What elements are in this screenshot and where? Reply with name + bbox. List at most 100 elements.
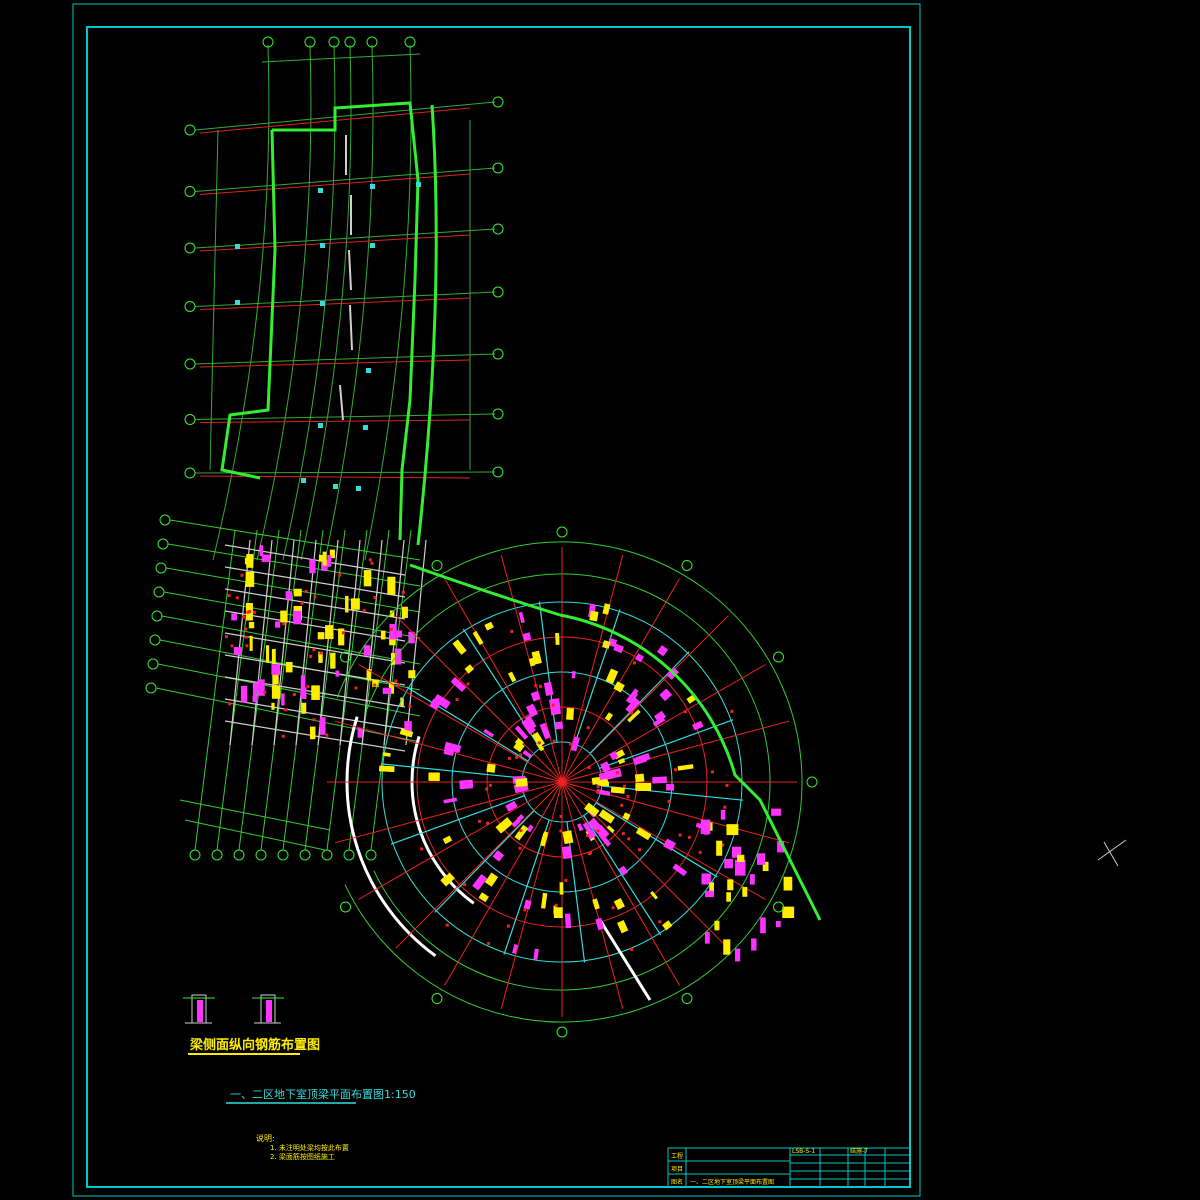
mid-beam-row [224,698,406,730]
axis-bubble [431,993,443,1005]
column-marker [615,771,619,775]
north-wing-plan [184,36,504,561]
beam-tag [495,817,513,834]
column-marker [478,819,482,823]
radial-grid-line [334,781,563,844]
axis-bubble [277,849,289,861]
column-marker [730,709,734,713]
beam-tag [338,628,345,646]
column-marker [554,903,558,907]
column-marker [408,704,412,708]
column-marker [318,423,323,428]
column-marker [244,635,248,639]
radial-grid-line [395,781,563,949]
column-marker [306,685,310,689]
beam-tag [317,632,325,640]
beam-tag [700,819,711,835]
beam-tag [724,859,733,869]
beam-tag [387,576,396,595]
mid-dimension [179,799,331,851]
column-marker [723,805,727,809]
beam-tag [727,879,734,891]
wing-red-line [199,173,471,195]
column-marker [244,627,248,631]
wing-red-line [199,234,471,252]
axis-bubble [211,849,223,861]
column-marker [519,753,523,757]
column-marker [354,686,358,690]
column-marker [370,243,375,248]
column-marker [292,692,296,696]
beam-tag [319,717,326,735]
column-marker [487,941,491,945]
column-marker [416,182,421,187]
axis-bubble [343,849,355,861]
column-marker [507,756,511,760]
beam-tag [602,603,611,615]
column-marker [515,755,519,759]
mid-beam-column [251,539,273,746]
column-marker [687,835,691,839]
beam-tag [564,913,572,929]
column-marker [246,610,250,614]
beam-tag [663,838,677,851]
beam-tag [459,779,474,790]
column-marker [394,679,398,683]
column-marker [537,741,541,745]
column-marker [235,596,239,600]
column-marker [320,243,325,248]
beam-tag [666,783,675,791]
axis-bubble [681,559,693,571]
axis-bubble [184,186,196,197]
title-block-row-2: 项目 [671,1166,683,1173]
beam-tag [734,859,746,876]
column-marker [596,790,600,794]
drawing-canvas: 梁侧面纵向钢筋布置图 一、二区地下室顶梁平面布置图1:150 说明: 1. 未注… [72,3,1127,1197]
beam-tag [382,687,392,694]
axis-bubble [681,993,693,1005]
beam-tag [327,554,332,567]
column-marker [240,573,244,577]
column-marker [341,631,345,635]
column-marker [235,244,240,249]
beam-tag [443,797,458,804]
axis-bubble [299,849,311,861]
beam-tag [559,882,564,895]
mid-grid-column [260,529,302,851]
beam-tag [285,591,293,600]
beam-tag [652,776,667,784]
column-marker [637,848,641,852]
axis-bubble [153,586,165,598]
beam-tag [782,906,795,919]
beam-tag [771,808,781,816]
axis-bubble [431,559,443,571]
column-marker [518,846,522,850]
title-block-row-3: 图名 [671,1178,683,1186]
beam-tag [231,613,237,621]
beam-tag [311,685,320,700]
column-marker [397,683,401,687]
beam-tag [335,670,340,677]
column-marker [523,908,527,912]
axis-bubble [556,1026,568,1038]
beam-tag [610,786,625,794]
beam-tag [737,854,745,863]
column-marker [370,561,374,565]
column-marker [313,595,317,599]
axis-bubble [321,849,333,861]
column-marker [611,906,615,910]
axis-bubble [189,849,201,861]
beam-tag [486,763,496,773]
beam-tag [595,917,605,931]
beam-tag [749,874,755,885]
column-marker [225,635,229,639]
radial-grid-line [500,781,563,1010]
wing-beam [348,249,352,291]
column-marker [683,710,687,714]
column-marker [596,785,600,789]
column-marker [401,590,405,594]
beam-tag [357,727,363,738]
beam-tag [507,671,517,683]
radial-beam [406,686,529,762]
column-marker [463,883,467,887]
